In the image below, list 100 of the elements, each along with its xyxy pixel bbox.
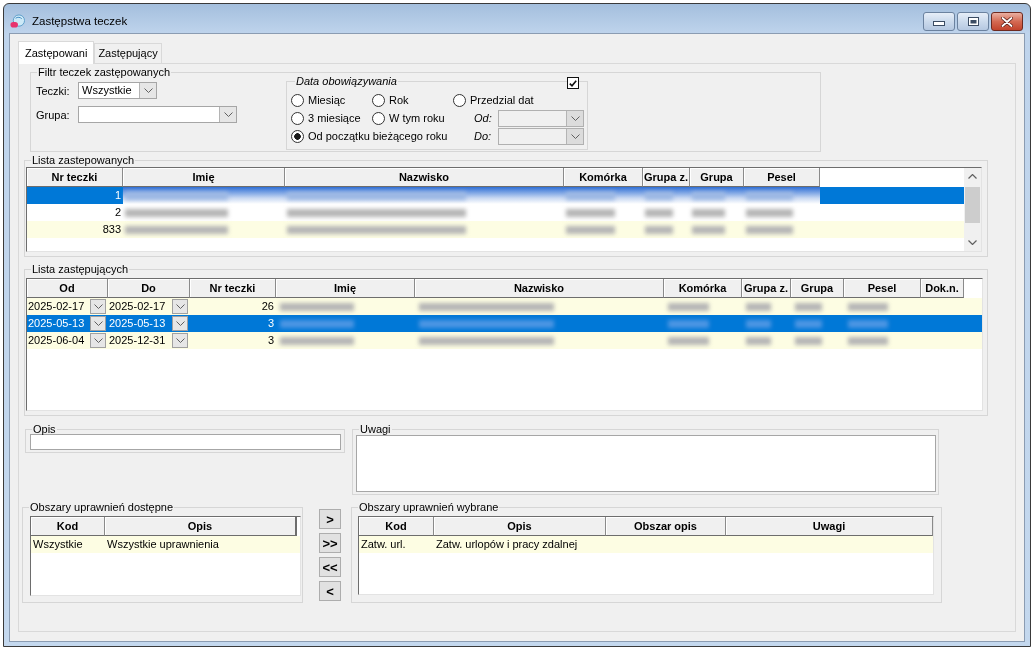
column-header[interactable]: Nazwisko [285, 168, 564, 187]
column-header[interactable]: Uwagi [726, 517, 933, 536]
text-field[interactable] [30, 434, 341, 450]
column-header[interactable]: Obszar opis [606, 517, 726, 536]
blurred-text [692, 191, 725, 200]
column-header[interactable]: Opis [105, 517, 297, 536]
date-picker[interactable]: 2025-06-04 [27, 332, 108, 349]
blurred-text [566, 191, 615, 200]
scrollbar-thumb[interactable] [965, 187, 980, 223]
dropdown-field[interactable]: Wszystkie [78, 82, 157, 99]
date-picker[interactable]: 2025-05-13 [108, 315, 190, 332]
blurred-text [645, 208, 673, 217]
column-header[interactable]: Pesel [744, 168, 820, 187]
table-row[interactable]: Zatw. url. Zatw. urlopów i pracy zdalnej [359, 536, 933, 553]
radio-button[interactable] [291, 129, 304, 143]
radio-label[interactable]: Miesiąc [308, 94, 346, 106]
blurred-text [795, 319, 822, 328]
blurred-text [848, 319, 889, 328]
dropdown-field[interactable] [78, 106, 237, 123]
chevron-down-icon [570, 133, 580, 139]
column-header[interactable]: Komórka [564, 168, 643, 187]
table-row[interactable]: 2025-06-04 2025-12-31 3 [27, 332, 982, 349]
scroll-down-icon[interactable] [968, 240, 977, 245]
table-cell-text: Zatw. url. [360, 537, 407, 552]
column-header[interactable]: Kod [359, 517, 434, 536]
checkmark-icon [569, 79, 577, 87]
table-cell-text: 2 [113, 205, 122, 220]
column-header[interactable]: Do [108, 279, 190, 298]
transfer-button[interactable]: >> [319, 533, 341, 553]
blurred-text [746, 336, 771, 345]
dropdown-button[interactable] [90, 333, 106, 348]
radio-button[interactable] [291, 93, 304, 107]
radio-button[interactable] [372, 111, 385, 125]
table-row[interactable]: 2025-02-17 2025-02-17 26 [27, 298, 982, 315]
column-header[interactable]: Nr teczki [190, 279, 276, 298]
maximize-icon [967, 17, 979, 26]
radio-button[interactable] [372, 93, 385, 107]
chevron-down-icon [223, 112, 233, 117]
blurred-text [795, 336, 822, 345]
minimize-button[interactable] [923, 12, 955, 31]
column-header[interactable]: Nazwisko [415, 279, 664, 298]
column-header[interactable]: Opis [434, 517, 606, 536]
radio-label[interactable]: Od początku bieżącego roku [308, 130, 448, 142]
blurred-text [566, 208, 615, 217]
table-row[interactable]: 2025-05-13 2025-05-13 3 [27, 315, 982, 332]
blurred-text [692, 225, 725, 234]
column-header[interactable]: Nr teczki [27, 168, 123, 187]
column-header[interactable]: Imię [276, 279, 415, 298]
chevron-down-icon [143, 88, 153, 93]
tab[interactable]: Zastępujący [94, 43, 162, 63]
checkbox[interactable] [567, 77, 579, 89]
column-header[interactable]: Dok.n. [921, 279, 964, 298]
column-header[interactable]: Grupa [791, 279, 844, 298]
radio-label[interactable]: Przedzial dat [470, 94, 534, 106]
column-header[interactable]: Imię [123, 168, 285, 187]
column-header[interactable]: Od [27, 279, 108, 298]
radio-label[interactable]: W tym roku [389, 112, 445, 124]
table-row[interactable]: Wszystkie Wszystkie uprawnienia [31, 536, 300, 553]
date-picker[interactable]: 2025-02-17 [108, 298, 190, 315]
transfer-button[interactable]: < [319, 581, 341, 601]
blurred-text [645, 225, 673, 234]
dropdown-button[interactable] [172, 333, 188, 348]
dropdown-button[interactable] [219, 107, 236, 122]
column-header[interactable]: Komórka [664, 279, 742, 298]
maximize-button[interactable] [957, 12, 989, 31]
column-header[interactable]: Grupa z. [643, 168, 690, 187]
minimize-icon [933, 21, 945, 26]
table-cell-text: 26 [260, 299, 275, 314]
blurred-text [746, 225, 793, 234]
column-header[interactable]: Kod [31, 517, 105, 536]
table-row[interactable]: 1 [27, 187, 964, 204]
dropdown-button[interactable] [139, 83, 156, 98]
transfer-button[interactable]: > [319, 509, 341, 529]
blurred-text [848, 302, 889, 311]
column-header[interactable]: Grupa [690, 168, 744, 187]
column-header[interactable]: Pesel [844, 279, 921, 298]
column-header[interactable]: Grupa z. [742, 279, 791, 298]
group-title: Obszary uprawnień wybrane [358, 501, 500, 514]
dropdown-button[interactable] [90, 316, 106, 331]
dropdown-button[interactable] [172, 299, 188, 314]
radio-label[interactable]: Rok [389, 94, 409, 106]
blurred-text [746, 208, 793, 217]
chevron-down-icon [175, 338, 185, 343]
chevron-down-icon [93, 321, 103, 326]
table-cell-text: Wszystkie [32, 537, 84, 552]
table-row[interactable]: 833 [27, 221, 964, 238]
date-picker[interactable]: 2025-12-31 [108, 332, 190, 349]
table-cell-text: 3 [266, 333, 275, 348]
dropdown-button[interactable] [172, 316, 188, 331]
transfer-button[interactable]: << [319, 557, 341, 577]
dropdown-button[interactable] [90, 299, 106, 314]
blurred-text [668, 319, 709, 328]
radio-button[interactable] [453, 93, 466, 107]
date-picker[interactable]: 2025-05-13 [27, 315, 108, 332]
tab[interactable]: Zastępowani [18, 41, 95, 64]
radio-button[interactable] [291, 111, 304, 125]
close-button[interactable] [991, 12, 1023, 31]
date-picker[interactable]: 2025-02-17 [27, 298, 108, 315]
scroll-up-icon[interactable] [968, 174, 977, 179]
radio-label[interactable]: 3 miesiące [308, 112, 361, 124]
